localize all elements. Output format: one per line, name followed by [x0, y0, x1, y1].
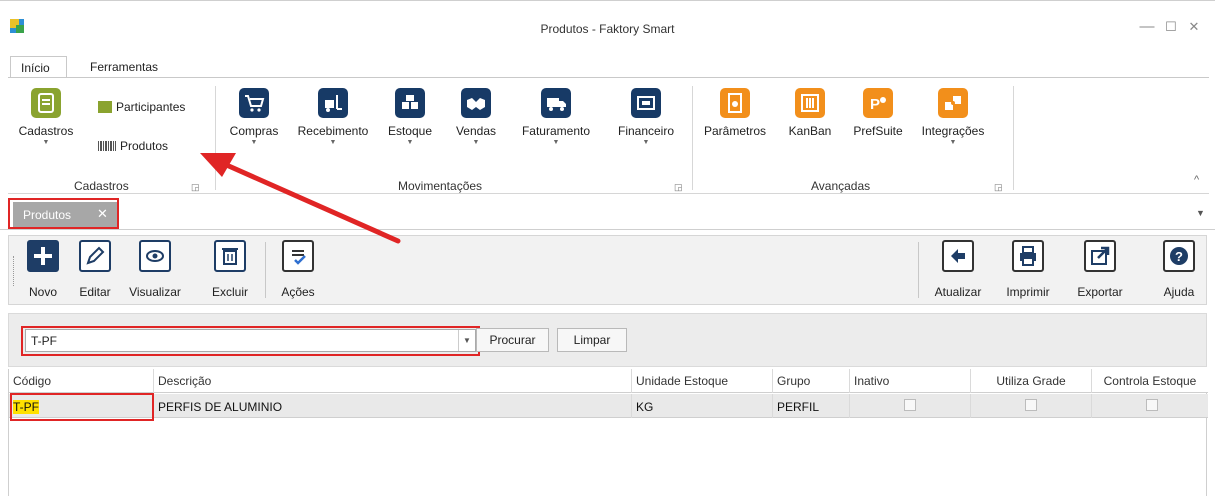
app-window: Produtos - Faktory Smart — ☐ ✕ Início Fe…: [0, 0, 1215, 496]
annotation-arrow: [200, 153, 401, 244]
